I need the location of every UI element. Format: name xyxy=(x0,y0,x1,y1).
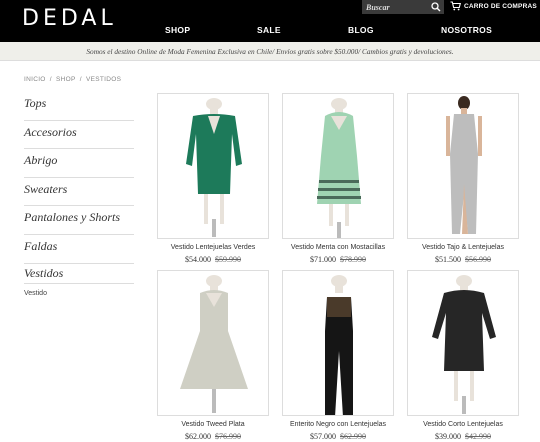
site-header: DEDAL CARRO DE COMPRAS SHOP SALE BLOG NO… xyxy=(0,0,540,42)
product-card[interactable]: Enterito Negro con Lentejuelas $57.000 $… xyxy=(282,270,394,441)
search-input[interactable] xyxy=(362,0,430,14)
breadcrumb-separator: / xyxy=(79,76,82,83)
product-image[interactable] xyxy=(407,270,519,416)
product-image[interactable] xyxy=(157,270,269,416)
current-price: $57.000 xyxy=(310,432,336,441)
product-price: $71.000 $78.990 xyxy=(282,255,394,264)
current-price: $51.500 xyxy=(435,255,461,264)
old-price: $42.990 xyxy=(465,432,491,441)
product-name[interactable]: Vestido Lentejuelas Verdes xyxy=(157,244,269,251)
search-box xyxy=(362,0,444,14)
product-card[interactable]: Vestido Lentejuelas Verdes $54.000 $59.9… xyxy=(157,93,269,264)
product-card[interactable]: Vestido Tajo & Lentejuelas $51.500 $56.9… xyxy=(407,93,519,264)
search-icon[interactable] xyxy=(431,2,441,12)
product-name[interactable]: Vestido Tajo & Lentejuelas xyxy=(407,244,519,251)
dress-figure-icon xyxy=(432,275,496,414)
product-price: $39.000 $42.990 xyxy=(407,432,519,441)
sidebar-item-sweaters[interactable]: Sweaters xyxy=(24,178,134,207)
breadcrumb-inicio[interactable]: INICIO xyxy=(24,76,46,83)
product-image[interactable] xyxy=(407,93,519,239)
product-name[interactable]: Enterito Negro con Lentejuelas xyxy=(282,421,394,428)
current-price: $54.000 xyxy=(185,255,211,264)
current-price: $62.000 xyxy=(185,432,211,441)
promo-banner: Somos el destino Online de Moda Femenina… xyxy=(0,42,540,61)
product-name[interactable]: Vestido Corto Lentejuelas xyxy=(407,421,519,428)
sidebar-item-vestidos[interactable]: Vestidos xyxy=(24,264,134,284)
breadcrumb-separator: / xyxy=(49,76,52,83)
cart-label: CARRO DE COMPRAS xyxy=(464,2,537,10)
current-price: $71.000 xyxy=(310,255,336,264)
sidebar-subitem-vestido[interactable]: Vestido xyxy=(24,290,134,297)
nav-nosotros[interactable]: NOSOTROS xyxy=(441,25,492,35)
cart-icon xyxy=(450,1,461,11)
old-price: $78.990 xyxy=(340,255,366,264)
product-price: $62.000 $76.990 xyxy=(157,432,269,441)
breadcrumb-shop[interactable]: SHOP xyxy=(56,76,76,83)
sidebar-item-faldas[interactable]: Faldas xyxy=(24,235,134,264)
product-card[interactable]: Vestido Corto Lentejuelas $39.000 $42.99… xyxy=(407,270,519,441)
product-image[interactable] xyxy=(282,93,394,239)
old-price: $56.990 xyxy=(465,255,491,264)
current-price: $39.000 xyxy=(435,432,461,441)
old-price: $59.990 xyxy=(215,255,241,264)
sidebar-item-accesorios[interactable]: Accesorios xyxy=(24,121,134,150)
product-price: $51.500 $56.990 xyxy=(407,255,519,264)
breadcrumb-vestidos: VESTIDOS xyxy=(85,76,122,83)
old-price: $62.990 xyxy=(340,432,366,441)
model-figure-icon xyxy=(446,96,482,234)
product-card[interactable]: Vestido Menta con Mostacillas $71.000 $7… xyxy=(282,93,394,264)
dress-figure-icon xyxy=(317,98,361,238)
product-card[interactable]: Vestido Tweed Plata $62.000 $76.990 xyxy=(157,270,269,441)
nav-blog[interactable]: BLOG xyxy=(348,25,374,35)
sidebar-item-tops[interactable]: Tops xyxy=(24,92,134,121)
product-price: $57.000 $62.990 xyxy=(282,432,394,441)
sidebar-item-abrigo[interactable]: Abrigo xyxy=(24,149,134,178)
old-price: $76.990 xyxy=(215,432,241,441)
main-nav: SHOP SALE BLOG NOSOTROS xyxy=(0,25,540,39)
dress-figure-icon xyxy=(180,275,248,413)
dress-figure-icon xyxy=(186,98,242,237)
sidebar-item-pantalones[interactable]: Pantalones y Shorts xyxy=(24,206,134,235)
product-name[interactable]: Vestido Menta con Mostacillas xyxy=(282,244,394,251)
cart-link[interactable]: CARRO DE COMPRAS xyxy=(450,1,537,11)
product-name[interactable]: Vestido Tweed Plata xyxy=(157,421,269,428)
product-price: $54.000 $59.990 xyxy=(157,255,269,264)
product-image[interactable] xyxy=(157,93,269,239)
category-sidebar: Tops Accesorios Abrigo Sweaters Pantalon… xyxy=(24,92,134,297)
nav-shop[interactable]: SHOP xyxy=(165,25,190,35)
nav-sale[interactable]: SALE xyxy=(257,25,281,35)
breadcrumb: INICIO / SHOP / VESTIDOS xyxy=(24,76,123,83)
jumpsuit-figure-icon xyxy=(325,275,353,415)
product-image[interactable] xyxy=(282,270,394,416)
